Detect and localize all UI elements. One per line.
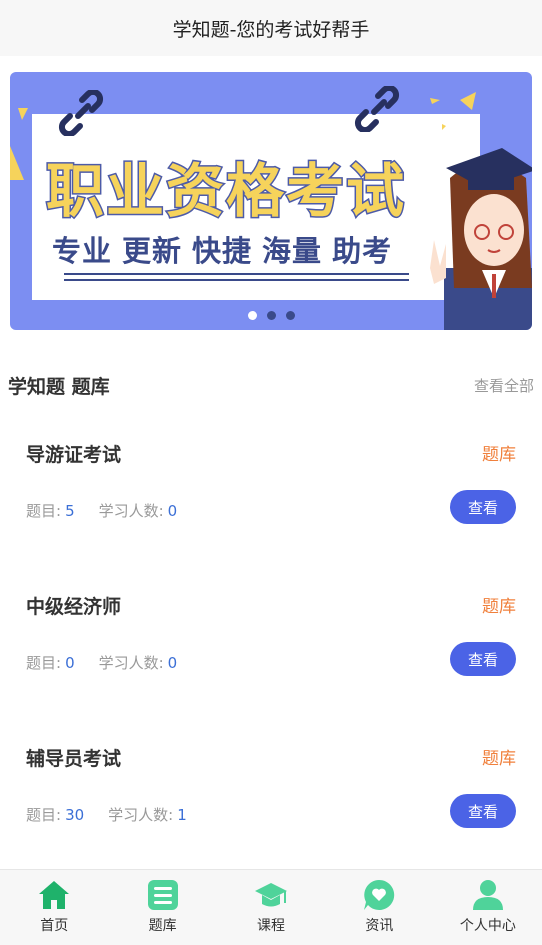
tab-label: 首页: [40, 918, 69, 934]
learner-count: 学习人数: 0: [99, 500, 178, 521]
tagline-word: 专业: [52, 234, 113, 268]
view-button[interactable]: 查看: [450, 490, 516, 524]
tab-label: 题库: [148, 918, 177, 934]
person-icon: [472, 880, 503, 910]
section-header: 学知题 题库 查看全部: [8, 372, 534, 399]
tab-news[interactable]: 资讯: [325, 870, 433, 945]
page-title-bar: 学知题-您的考试好帮手: [0, 0, 542, 56]
tab-home[interactable]: 首页: [0, 870, 108, 945]
exam-card[interactable]: 中级经济师 题库 题目: 0 学习人数: 0 查看: [26, 592, 516, 692]
exam-name: 中级经济师: [26, 596, 122, 618]
tagline-word: 助考: [332, 234, 393, 268]
exam-name: 辅导员考试: [26, 748, 122, 770]
carousel-indicator: [10, 311, 532, 320]
exam-stats: 题目: 30 学习人数: 1: [26, 804, 187, 825]
learner-count-value: 0: [167, 502, 178, 520]
exam-tag: 题库: [482, 597, 516, 617]
exam-stats: 题目: 0 学习人数: 0: [26, 652, 177, 673]
tab-label: 资讯: [365, 918, 394, 934]
view-all-link[interactable]: 查看全部: [474, 375, 534, 396]
exam-card[interactable]: 辅导员考试 题库 题目: 30 学习人数: 1 查看: [26, 744, 516, 844]
banner-tagline: 专业 更新 快捷 海量 助考: [52, 228, 402, 270]
banner-carousel[interactable]: 职业资格考试 专业 更新 快捷 海量 助考: [10, 72, 532, 330]
view-button[interactable]: 查看: [450, 794, 516, 828]
question-count-label: 题目:: [26, 502, 62, 520]
exam-card[interactable]: 导游证考试 题库 题目: 5 学习人数: 0 查看: [26, 440, 516, 540]
tagline-word: 快捷: [192, 234, 253, 268]
banner-underline: [64, 273, 409, 275]
learner-count-value: 0: [167, 654, 178, 672]
learner-count-value: 1: [177, 806, 187, 824]
tab-label: 课程: [257, 918, 286, 934]
list-icon: [147, 880, 178, 910]
exam-stats: 题目: 5 学习人数: 0: [26, 500, 177, 521]
tagline-word: 海量: [262, 234, 323, 268]
question-count-label: 题目:: [26, 806, 62, 824]
confetti-decoration: [10, 108, 28, 180]
tab-question-bank[interactable]: 题库: [108, 870, 216, 945]
link-icon: [354, 86, 400, 132]
learner-count: 学习人数: 1: [108, 804, 187, 825]
graduation-cap-icon: [255, 883, 288, 907]
question-count: 题目: 0: [26, 652, 75, 673]
exam-tag: 题库: [482, 749, 516, 769]
carousel-dot[interactable]: [247, 311, 257, 320]
confetti-decoration: [430, 92, 476, 130]
banner-title: 职业资格考试: [44, 156, 407, 227]
student-illustration: [430, 148, 532, 330]
question-count: 题目: 5: [26, 500, 75, 521]
question-count: 题目: 30: [26, 804, 84, 825]
bottom-tab-bar: 首页 题库 课程 资讯 个人中心: [0, 869, 542, 945]
question-count-value: 0: [65, 654, 75, 672]
question-count-value: 5: [65, 502, 75, 520]
exam-tag: 题库: [482, 445, 516, 465]
learner-count: 学习人数: 0: [99, 652, 178, 673]
view-button[interactable]: 查看: [450, 642, 516, 676]
tab-courses[interactable]: 课程: [217, 870, 325, 945]
learner-count-label: 学习人数:: [98, 502, 164, 520]
learner-count-label: 学习人数:: [98, 654, 164, 672]
learner-count-label: 学习人数:: [108, 806, 174, 824]
chat-heart-icon: [364, 879, 395, 910]
home-icon: [39, 881, 70, 909]
tab-profile[interactable]: 个人中心: [434, 870, 542, 945]
link-icon: [58, 90, 104, 136]
page-title: 学知题-您的考试好帮手: [172, 18, 370, 41]
section-title: 学知题 题库: [8, 376, 110, 398]
carousel-dot[interactable]: [285, 311, 295, 320]
question-count-label: 题目:: [26, 654, 62, 672]
exam-name: 导游证考试: [26, 444, 122, 466]
carousel-dot[interactable]: [266, 311, 276, 320]
tab-label: 个人中心: [459, 918, 516, 934]
question-count-value: 30: [65, 806, 85, 824]
tagline-word: 更新: [122, 234, 183, 268]
banner-underline: [64, 279, 409, 281]
